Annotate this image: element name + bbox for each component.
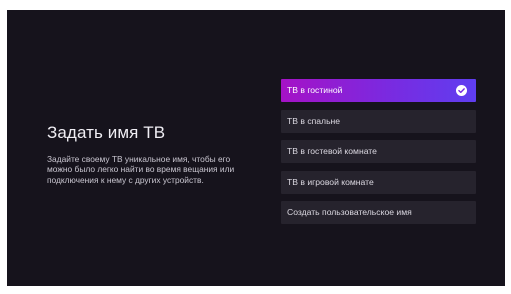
option-guest-room[interactable]: ТВ в гостевой комнате [281,140,476,163]
checkmark-circle-icon [456,85,467,96]
option-game-room[interactable]: ТВ в игровой комнате [281,170,476,194]
page-description: Задайте своему ТВ уникальное имя, чтобы … [47,154,235,185]
tv-name-screen: Задать имя ТВ Задайте своему ТВ уникальн… [7,10,505,286]
option-label: ТВ в гостевой комнате [287,146,377,156]
option-custom-name[interactable]: Создать пользовательское имя [281,201,476,224]
page-title: Задать имя ТВ [47,123,166,142]
option-label: ТВ в спальне [287,115,341,126]
option-label: ТВ в игровой комнате [287,176,374,187]
name-options-list: ТВ в гостиной ТВ в спальне ТВ в гостевой… [281,79,476,232]
option-living-room[interactable]: ТВ в гостиной [281,79,476,102]
option-label: ТВ в гостиной [287,85,343,95]
option-bedroom[interactable]: ТВ в спальне [281,109,476,133]
option-label: Создать пользовательское имя [287,207,412,217]
info-panel: Задать имя ТВ Задайте своему ТВ уникальн… [47,123,257,185]
